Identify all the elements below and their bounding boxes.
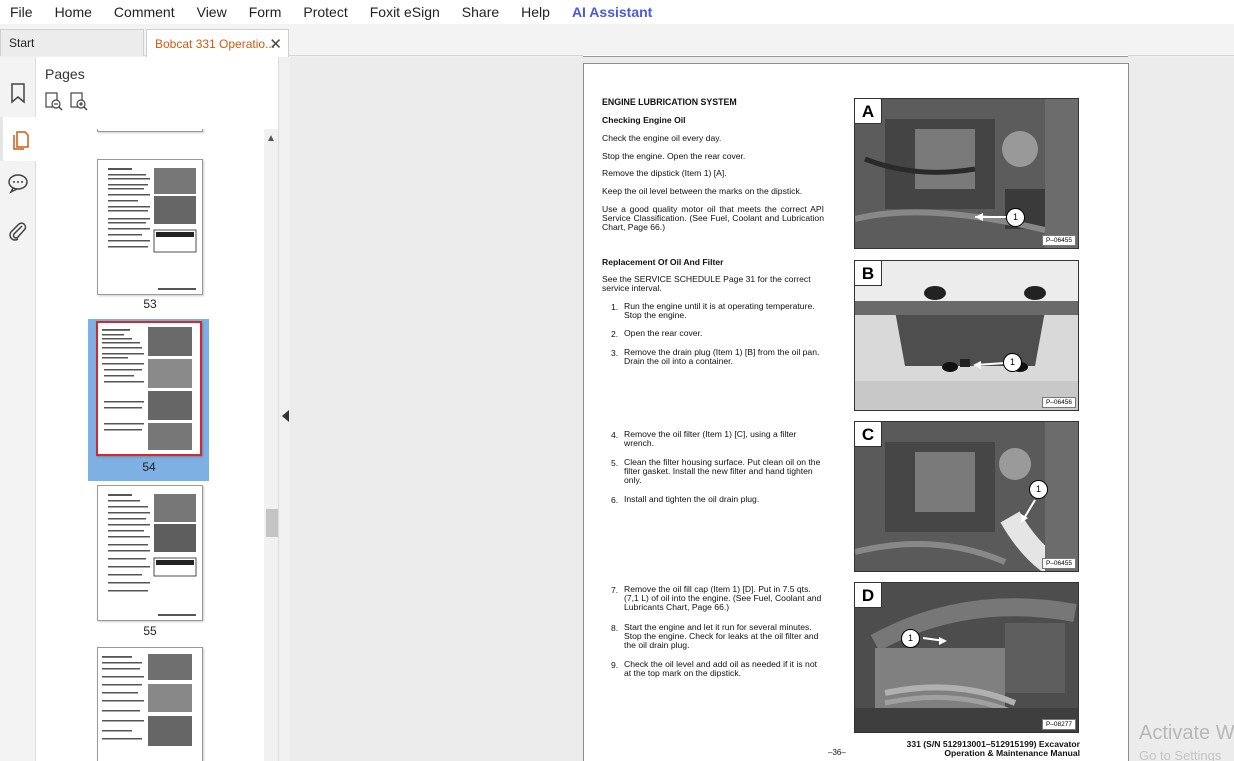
scrollbar-thumb[interactable] — [266, 509, 278, 537]
paragraph: Keep the oil level between the marks on … — [602, 186, 803, 196]
menu-form[interactable]: Form — [249, 4, 282, 20]
step-number: 4. — [611, 430, 619, 440]
photo-label: B — [855, 261, 882, 286]
menu-protect[interactable]: Protect — [303, 4, 347, 20]
step-text: Clean the filter housing surface. Put cl… — [624, 457, 821, 485]
photo-code: P–06456 — [1041, 397, 1076, 408]
page-thumbnail-55[interactable] — [97, 485, 203, 621]
callout-marker: 1 — [1029, 480, 1048, 499]
step-number: 8. — [611, 623, 619, 633]
paragraph: Use a good quality motor oil that meets … — [602, 204, 824, 232]
step-number: 9. — [611, 660, 619, 670]
menu-view[interactable]: View — [197, 4, 227, 20]
step-number: 6. — [611, 495, 619, 505]
pdf-page: ENGINE LUBRICATION SYSTEM Checking Engin… — [583, 63, 1129, 761]
page-thumbnail-56[interactable] — [97, 647, 203, 761]
photo-a: A 1 P–06455 — [854, 98, 1079, 249]
previous-page-edge — [583, 55, 1128, 57]
menu-share[interactable]: Share — [462, 4, 499, 20]
pages-panel: Pages 53 54 55 ▲ — [36, 57, 279, 761]
collapse-panel-icon[interactable] — [282, 410, 289, 422]
pages-icon[interactable] — [0, 117, 36, 161]
photo-label: D — [855, 583, 882, 608]
paragraph: See the SERVICE SCHEDULE Page 31 for the… — [602, 274, 811, 293]
step-number: 2. — [611, 329, 619, 339]
tab-start[interactable]: Start — [0, 29, 144, 56]
photo-code: P–08277 — [1041, 719, 1076, 730]
page-thumbnail-54[interactable] — [96, 321, 202, 456]
pages-panel-title: Pages — [45, 66, 85, 82]
photo-code: P–06455 — [1041, 558, 1076, 569]
page-thumbnails: 53 54 55 — [36, 129, 264, 761]
step-text: Start the engine and let it run for seve… — [624, 622, 819, 650]
step-text: Remove the oil fill cap (Item 1) [D]. Pu… — [624, 584, 822, 612]
side-icon-rail — [0, 57, 36, 761]
step-text: Install and tighten the oil drain plug. — [624, 494, 760, 504]
page-number-53: 53 — [143, 297, 157, 311]
attachment-icon[interactable] — [6, 219, 30, 243]
page-zoom-out-icon[interactable] — [44, 91, 64, 111]
subheading-replacement: Replacement Of Oil And Filter — [602, 257, 724, 267]
tab-document[interactable]: Bobcat 331 Operatio... ✕ — [146, 29, 289, 57]
paragraph: Check the engine oil every day. — [602, 133, 722, 143]
step-text: Remove the drain plug (Item 1) [B] from … — [624, 347, 820, 366]
photo-b: B 1 P–06456 — [854, 260, 1079, 411]
page-thumbnail-53[interactable] — [97, 159, 203, 295]
callout-marker: 1 — [1003, 353, 1022, 372]
scroll-up-icon[interactable]: ▲ — [266, 133, 276, 144]
photo-label: A — [855, 99, 882, 124]
menu-ai-assistant[interactable]: AI Assistant — [572, 4, 652, 20]
photo-code: P–06455 — [1041, 235, 1076, 246]
activation-watermark-sub: Go to Settings — [1139, 748, 1222, 761]
thumbnails-scrollbar[interactable]: ▲ — [264, 129, 278, 761]
menu-home[interactable]: Home — [55, 4, 92, 20]
callout-marker: 1 — [1006, 208, 1025, 227]
paragraph: Remove the dipstick (Item 1) [A]. — [602, 168, 727, 178]
page-footer-title: 331 (S/N 512913001–512915199) Excavator … — [907, 740, 1080, 758]
page-thumbnail[interactable] — [97, 129, 203, 132]
step-number: 1. — [611, 302, 619, 312]
menu-bar: File Home Comment View Form Protect Foxi… — [0, 0, 1234, 24]
tab-bar: Start Bobcat 331 Operatio... ✕ — [0, 24, 1234, 57]
menu-file[interactable]: File — [10, 4, 33, 20]
page-footer-number: –36– — [828, 748, 846, 757]
photo-c: C 1 P–06455 — [854, 421, 1079, 572]
menu-help[interactable]: Help — [521, 4, 550, 20]
callout-marker: 1 — [901, 629, 920, 648]
paragraph: Stop the engine. Open the rear cover. — [602, 151, 746, 161]
document-viewport[interactable]: ENGINE LUBRICATION SYSTEM Checking Engin… — [290, 55, 1234, 761]
comment-icon[interactable] — [6, 171, 30, 195]
pdf-reader-window: File Home Comment View Form Protect Foxi… — [0, 0, 1234, 761]
tab-document-label: Bobcat 331 Operatio... — [155, 36, 276, 51]
menu-comment[interactable]: Comment — [114, 4, 175, 20]
tab-start-label: Start — [9, 36, 35, 50]
menu-foxit-esign[interactable]: Foxit eSign — [370, 4, 440, 20]
step-number: 7. — [611, 585, 619, 595]
close-icon[interactable]: ✕ — [269, 35, 282, 53]
page-number-55: 55 — [143, 624, 157, 638]
footer-line: Operation & Maintenance Manual — [944, 748, 1080, 758]
page-zoom-in-icon[interactable] — [69, 91, 89, 111]
step-text: Run the engine until it is at operating … — [624, 301, 815, 320]
step-number: 3. — [611, 348, 619, 358]
photo-label: C — [855, 422, 882, 447]
step-number: 5. — [611, 458, 619, 468]
photo-d: D 1 P–08277 — [854, 582, 1079, 733]
step-text: Check the oil level and add oil as neede… — [624, 659, 818, 678]
step-text: Remove the oil filter (Item 1) [C], usin… — [624, 429, 797, 448]
subheading-checking: Checking Engine Oil — [602, 115, 686, 125]
page-number-54: 54 — [142, 460, 156, 474]
section-heading: ENGINE LUBRICATION SYSTEM — [602, 97, 737, 107]
step-text: Open the rear cover. — [624, 328, 703, 338]
bookmark-icon[interactable] — [6, 81, 30, 105]
activation-watermark: Activate W — [1139, 722, 1234, 744]
